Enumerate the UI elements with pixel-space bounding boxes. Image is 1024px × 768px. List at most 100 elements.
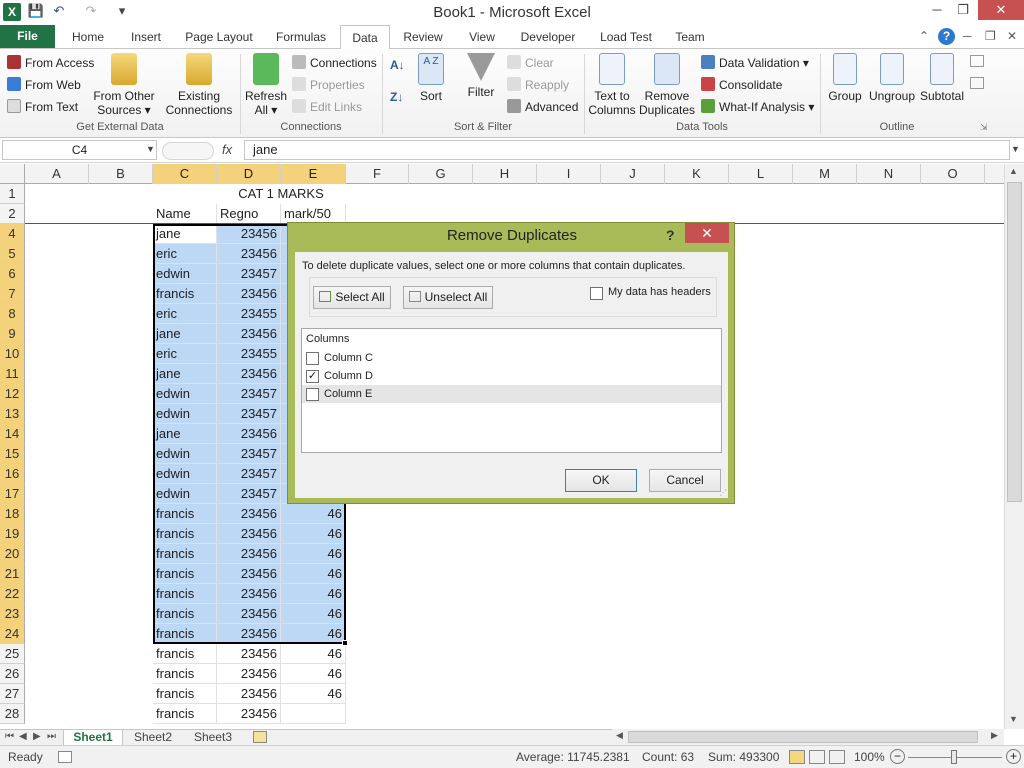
name-box-dropdown-icon[interactable]: ▼ — [146, 144, 155, 154]
column-header-o[interactable]: O — [921, 164, 985, 184]
horizontal-scrollbar[interactable]: ◀ ▶ — [612, 729, 1004, 745]
header-regno-cell[interactable]: Regno — [217, 204, 281, 224]
window-close-icon[interactable]: ✕ — [978, 0, 1024, 20]
header-mark-cell[interactable]: mark/50 — [281, 204, 346, 224]
column-header-m[interactable]: M — [793, 164, 857, 184]
scroll-left-icon[interactable]: ◀ — [616, 730, 623, 741]
formula-bar-splitter[interactable] — [162, 142, 214, 160]
row-header[interactable]: 27 — [0, 684, 25, 704]
macro-record-icon[interactable] — [58, 751, 72, 763]
row-header[interactable]: 7 — [0, 284, 25, 304]
hide-detail-icon[interactable] — [970, 77, 984, 89]
tab-home[interactable]: Home — [66, 29, 110, 49]
column-e-checkbox[interactable] — [306, 388, 319, 401]
vertical-scroll-thumb[interactable] — [1007, 182, 1022, 502]
insert-sheet-icon[interactable] — [253, 731, 267, 743]
tab-page-layout[interactable]: Page Layout — [181, 29, 257, 49]
row-header[interactable]: 8 — [0, 304, 25, 324]
column-header-j[interactable]: J — [601, 164, 665, 184]
sheet-tab-sheet3[interactable]: Sheet3 — [183, 730, 243, 746]
from-other-sources-button[interactable]: From Other Sources ▾ — [92, 53, 156, 117]
prev-sheet-icon[interactable]: ◀ — [19, 731, 27, 742]
row-header[interactable]: 23 — [0, 604, 25, 624]
expand-formula-bar-icon[interactable]: ▼ — [1011, 144, 1020, 154]
cancel-button[interactable]: Cancel — [649, 469, 721, 492]
outline-dialog-launcher-icon[interactable]: ⇲ — [980, 122, 988, 133]
dialog-close-icon[interactable]: ✕ — [685, 223, 729, 243]
next-sheet-icon[interactable]: ▶ — [33, 731, 41, 742]
column-list-item[interactable]: Column E — [302, 385, 721, 403]
sort-descending-icon[interactable]: Z↓ — [390, 90, 403, 104]
cell-mark[interactable]: 46 — [281, 664, 346, 684]
column-c-checkbox[interactable] — [306, 352, 319, 365]
cell-name[interactable]: francis — [153, 704, 217, 724]
resize-grip-icon[interactable]: ⋰ — [719, 488, 727, 497]
what-if-analysis-button[interactable]: What-If Analysis ▾ — [701, 99, 814, 114]
row-header[interactable]: 6 — [0, 264, 25, 284]
row-header[interactable]: 5 — [0, 244, 25, 264]
cell-regno[interactable]: 23456 — [217, 644, 281, 664]
horizontal-scroll-thumb[interactable] — [628, 731, 978, 743]
fill-handle[interactable] — [342, 640, 348, 646]
headers-checkbox[interactable] — [590, 287, 603, 300]
reapply-button[interactable]: Reapply — [507, 77, 569, 92]
cell-name[interactable]: francis — [153, 684, 217, 704]
text-to-columns-button[interactable]: Text to Columns — [586, 53, 638, 117]
column-header-n[interactable]: N — [857, 164, 921, 184]
sheet-title-cell[interactable]: CAT 1 MARKS — [153, 184, 409, 204]
row-header[interactable]: 11 — [0, 364, 25, 384]
zoom-slider-thumb[interactable] — [951, 750, 957, 764]
cell-name[interactable]: francis — [153, 664, 217, 684]
zoom-out-icon[interactable]: − — [890, 749, 905, 764]
subtotal-button[interactable]: Subtotal — [918, 53, 966, 103]
column-header-g[interactable]: G — [409, 164, 473, 184]
cell-regno[interactable]: 23456 — [217, 704, 281, 724]
scroll-right-icon[interactable]: ▶ — [991, 730, 998, 741]
column-header-h[interactable]: H — [473, 164, 537, 184]
row-header[interactable]: 15 — [0, 444, 25, 464]
sheet-tab-sheet2[interactable]: Sheet2 — [123, 730, 183, 746]
zoom-in-icon[interactable]: + — [1006, 749, 1021, 764]
row-header[interactable]: 12 — [0, 384, 25, 404]
clear-button[interactable]: Clear — [507, 55, 554, 70]
headers-checkbox-label[interactable]: My data has headers — [608, 286, 711, 298]
normal-view-icon[interactable] — [789, 750, 805, 764]
ok-button[interactable]: OK — [565, 469, 637, 492]
properties-button[interactable]: Properties — [292, 77, 365, 92]
row-header[interactable]: 4 — [0, 224, 25, 244]
sort-button[interactable]: A Z Sort — [414, 53, 448, 103]
column-list-item[interactable]: Column C — [302, 349, 721, 367]
tab-insert[interactable]: Insert — [124, 29, 168, 49]
sheet-tab-sheet1[interactable]: Sheet1 — [63, 730, 123, 746]
tab-load-test[interactable]: Load Test — [594, 29, 658, 49]
row-header[interactable]: 9 — [0, 324, 25, 344]
name-box[interactable]: C4 — [2, 140, 157, 160]
tab-file[interactable]: File — [0, 25, 55, 48]
minimize-ribbon-icon[interactable]: ⌃ — [919, 29, 929, 43]
row-header[interactable]: 18 — [0, 504, 25, 524]
sort-ascending-icon[interactable]: A↓ — [390, 58, 405, 72]
row-header[interactable]: 1 — [0, 184, 25, 204]
row-header[interactable]: 26 — [0, 664, 25, 684]
tab-data[interactable]: Data — [340, 25, 390, 50]
row-header[interactable]: 13 — [0, 404, 25, 424]
scroll-down-icon[interactable]: ▼ — [1009, 714, 1018, 724]
show-detail-icon[interactable] — [970, 55, 984, 67]
tab-formulas[interactable]: Formulas — [270, 29, 332, 49]
vertical-scrollbar[interactable]: ▲ ▼ — [1004, 164, 1024, 729]
row-header[interactable]: 17 — [0, 484, 25, 504]
cell-mark[interactable]: 46 — [281, 644, 346, 664]
group-button[interactable]: Group — [826, 53, 864, 103]
cell-regno[interactable]: 23456 — [217, 684, 281, 704]
advanced-button[interactable]: Advanced — [507, 99, 578, 114]
workbook-restore-icon[interactable]: ❐ — [985, 29, 996, 43]
row-header[interactable]: 2 — [0, 204, 25, 224]
tab-review[interactable]: Review — [398, 29, 448, 49]
select-all-button[interactable]: Select All — [313, 286, 391, 309]
first-sheet-icon[interactable]: ⏮ — [5, 731, 14, 742]
row-header[interactable]: 21 — [0, 564, 25, 584]
tab-developer[interactable]: Developer — [515, 29, 581, 49]
dialog-help-icon[interactable]: ? — [666, 227, 675, 243]
column-header-e[interactable]: E — [281, 164, 346, 184]
formula-input[interactable]: jane — [244, 140, 1010, 160]
